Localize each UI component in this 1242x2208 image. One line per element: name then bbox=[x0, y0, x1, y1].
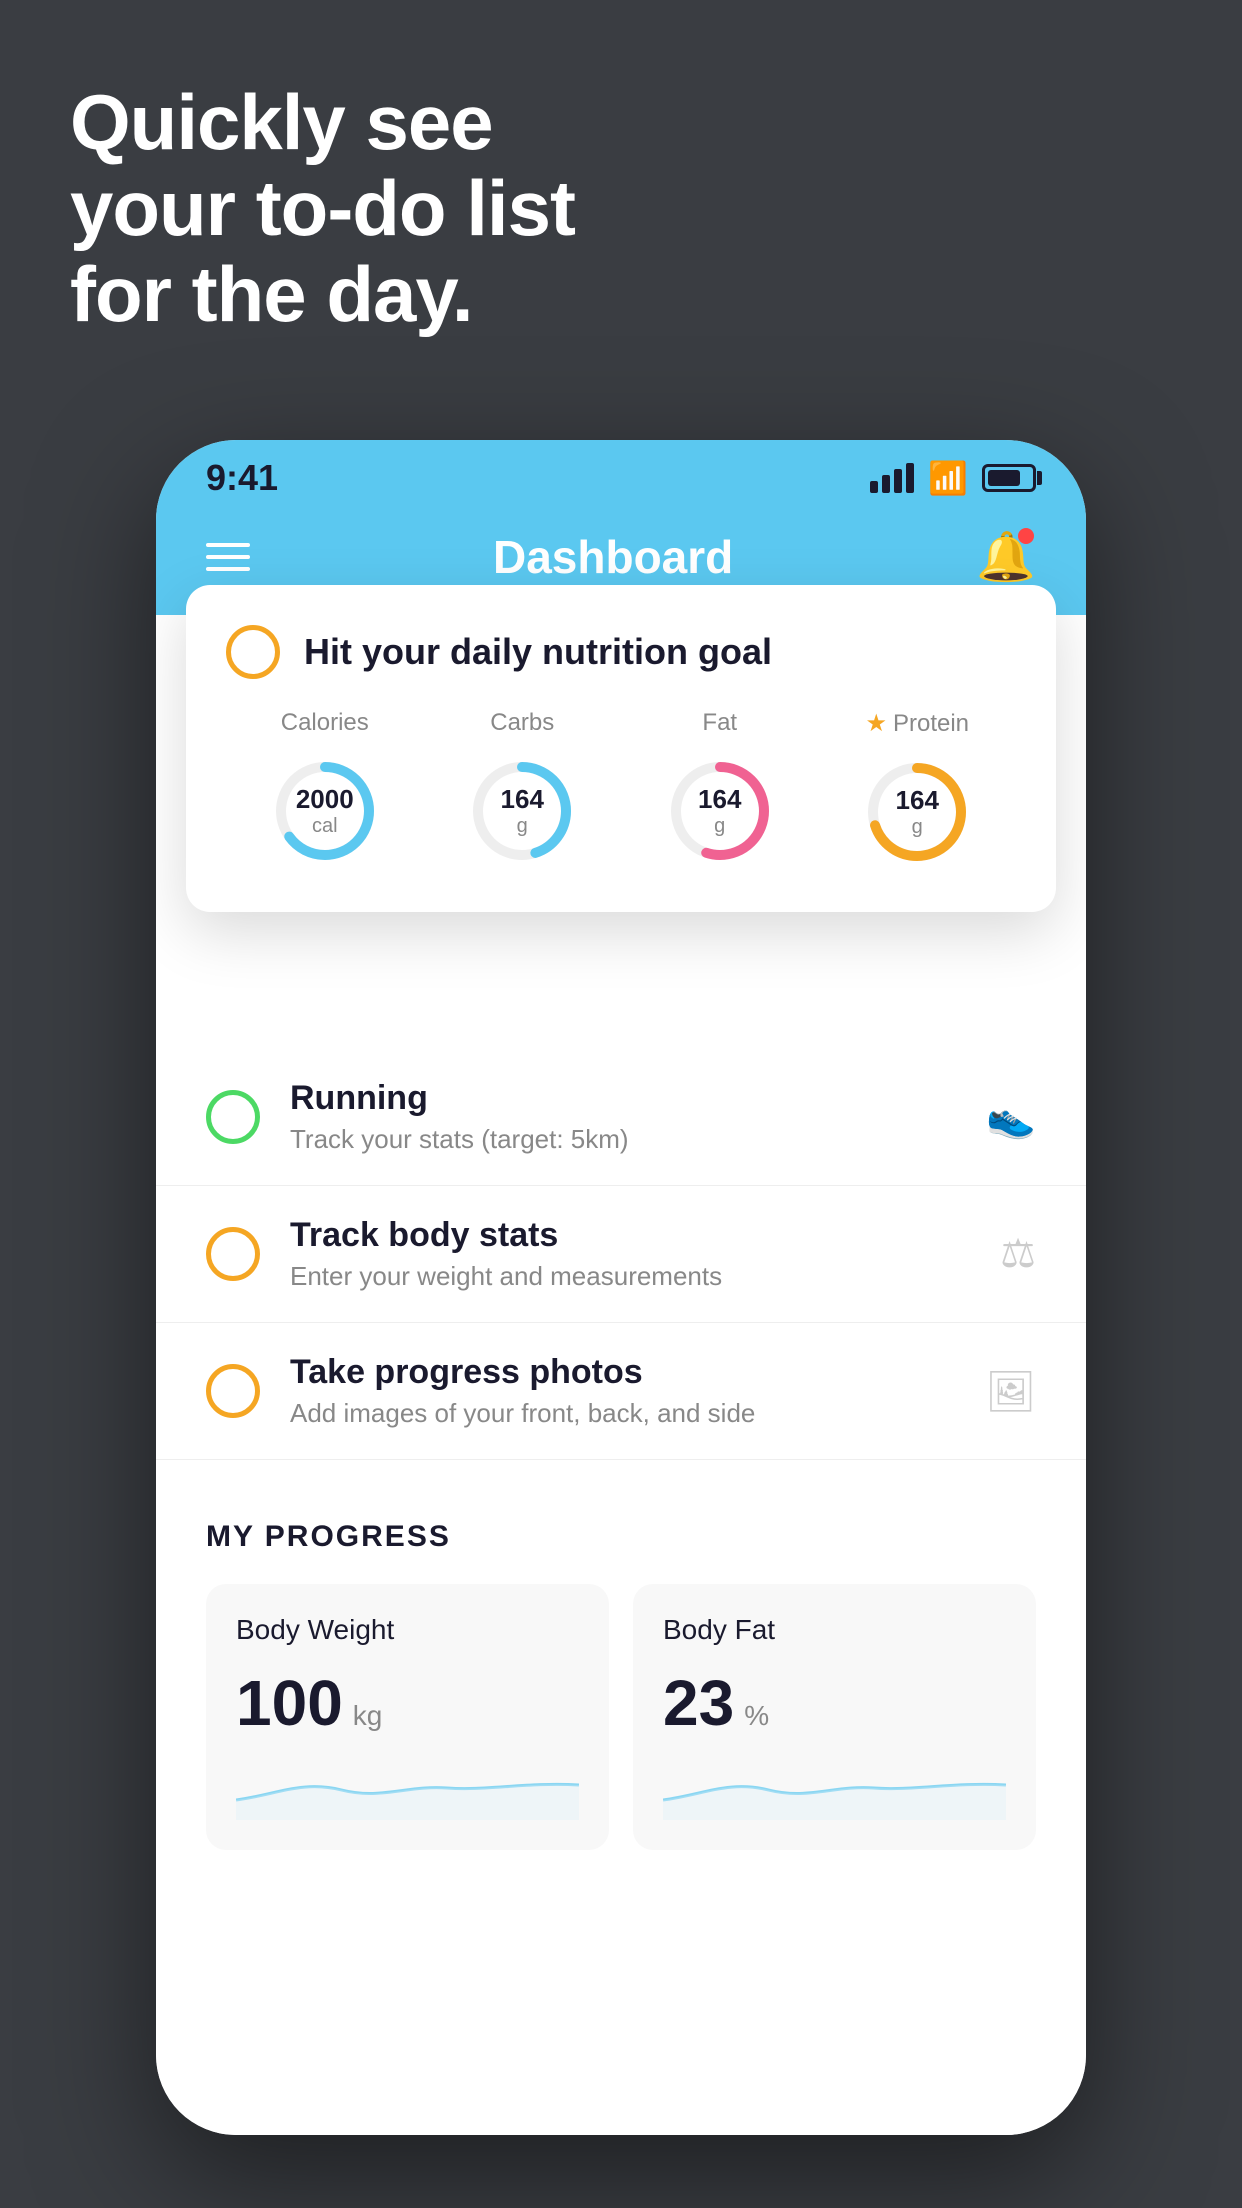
task-title: Running bbox=[290, 1079, 1036, 1118]
signal-icon bbox=[870, 463, 914, 493]
hamburger-button[interactable] bbox=[206, 543, 250, 571]
progress-unit: kg bbox=[353, 1700, 383, 1732]
task-circle bbox=[206, 1090, 260, 1144]
task-item[interactable]: Running Track your stats (target: 5km)👟 bbox=[156, 1049, 1086, 1186]
nutrition-item-protein: ★Protein 164 g bbox=[857, 709, 977, 872]
nutrition-grid: Calories 2000 cal Carbs 164 g Fat 164 g … bbox=[226, 709, 1016, 872]
task-icon: 🖼 bbox=[985, 1368, 1036, 1415]
task-circle bbox=[206, 1364, 260, 1418]
task-item[interactable]: Take progress photos Add images of your f… bbox=[156, 1323, 1086, 1460]
notification-button[interactable]: 🔔 bbox=[976, 528, 1036, 585]
nutrition-label: Carbs bbox=[490, 709, 554, 737]
progress-value: 23 bbox=[663, 1666, 734, 1740]
donut-chart: 164 g bbox=[857, 752, 977, 872]
donut-chart: 2000 cal bbox=[265, 751, 385, 871]
nutrition-label: ★Protein bbox=[865, 709, 969, 738]
donut-unit: g bbox=[501, 815, 544, 838]
task-list: Running Track your stats (target: 5km)👟 Tr… bbox=[156, 1049, 1086, 1460]
donut-unit: g bbox=[896, 816, 939, 839]
donut-unit: cal bbox=[296, 815, 354, 838]
status-time: 9:41 bbox=[206, 457, 278, 499]
donut-center: 164 g bbox=[501, 784, 544, 838]
nutrition-item-carbs: Carbs 164 g bbox=[462, 709, 582, 872]
progress-card[interactable]: Body Fat 23% bbox=[633, 1584, 1036, 1850]
task-info: Running Track your stats (target: 5km) bbox=[290, 1079, 1036, 1155]
nutrition-label-text: Protein bbox=[893, 710, 969, 738]
donut-chart: 164 g bbox=[660, 751, 780, 871]
nutrition-card[interactable]: Hit your daily nutrition goal Calories 2… bbox=[186, 585, 1056, 912]
task-circle-nutrition bbox=[226, 625, 280, 679]
star-icon: ★ bbox=[865, 709, 887, 738]
donut-value: 2000 bbox=[296, 784, 354, 815]
progress-title: MY PROGRESS bbox=[206, 1520, 1036, 1554]
task-subtitle: Add images of your front, back, and side bbox=[290, 1398, 1036, 1429]
progress-card-title: Body Fat bbox=[663, 1614, 1006, 1646]
phone-screen: 9:41 📶 Dashboard 🔔 bbox=[156, 440, 1086, 2135]
task-icon: 👟 bbox=[986, 1094, 1036, 1141]
task-item[interactable]: Track body stats Enter your weight and me… bbox=[156, 1186, 1086, 1323]
progress-card-title: Body Weight bbox=[236, 1614, 579, 1646]
donut-value: 164 bbox=[501, 784, 544, 815]
donut-unit: g bbox=[698, 815, 741, 838]
notification-badge bbox=[1018, 528, 1034, 544]
progress-value-row: 100 kg bbox=[236, 1666, 579, 1740]
nutrition-task-label: Hit your daily nutrition goal bbox=[304, 631, 772, 673]
phone-mockup: 9:41 📶 Dashboard 🔔 bbox=[156, 440, 1086, 2135]
task-info: Track body stats Enter your weight and me… bbox=[290, 1216, 1036, 1292]
donut-chart: 164 g bbox=[462, 751, 582, 871]
wifi-icon: 📶 bbox=[928, 459, 968, 497]
nutrition-label-text: Carbs bbox=[490, 709, 554, 737]
progress-chart bbox=[236, 1760, 579, 1820]
hero-line1: Quickly see bbox=[70, 80, 575, 166]
hero-line2: your to-do list bbox=[70, 166, 575, 252]
progress-card[interactable]: Body Weight 100 kg bbox=[206, 1584, 609, 1850]
nutrition-label-text: Calories bbox=[281, 709, 369, 737]
status-icons: 📶 bbox=[870, 459, 1036, 497]
nutrition-label: Fat bbox=[702, 709, 737, 737]
donut-center: 2000 cal bbox=[296, 784, 354, 838]
task-info: Take progress photos Add images of your f… bbox=[290, 1353, 1036, 1429]
battery-icon bbox=[982, 464, 1036, 492]
progress-section: MY PROGRESS Body Weight 100 kg Body Fat 23% bbox=[156, 1460, 1086, 1890]
task-title: Take progress photos bbox=[290, 1353, 1036, 1392]
donut-value: 164 bbox=[896, 785, 939, 816]
progress-value: 100 bbox=[236, 1666, 343, 1740]
nutrition-label-text: Fat bbox=[702, 709, 737, 737]
nutrition-task-row: Hit your daily nutrition goal bbox=[226, 625, 1016, 679]
task-circle bbox=[206, 1227, 260, 1281]
nutrition-item-fat: Fat 164 g bbox=[660, 709, 780, 872]
donut-value: 164 bbox=[698, 784, 741, 815]
task-subtitle: Track your stats (target: 5km) bbox=[290, 1124, 1036, 1155]
phone-body: THINGS TO DO TODAY Hit your daily nutrit… bbox=[156, 615, 1086, 2135]
task-icon: ⚖ bbox=[1000, 1231, 1036, 1277]
hero-text: Quickly see your to-do list for the day. bbox=[70, 80, 575, 337]
progress-cards: Body Weight 100 kg Body Fat 23% bbox=[206, 1584, 1036, 1850]
status-bar: 9:41 📶 bbox=[156, 440, 1086, 508]
header-title: Dashboard bbox=[493, 530, 733, 584]
donut-center: 164 g bbox=[698, 784, 741, 838]
progress-value-row: 23% bbox=[663, 1666, 1006, 1740]
progress-unit: % bbox=[744, 1700, 769, 1732]
nutrition-label: Calories bbox=[281, 709, 369, 737]
hero-line3: for the day. bbox=[70, 252, 575, 338]
task-title: Track body stats bbox=[290, 1216, 1036, 1255]
progress-chart bbox=[663, 1760, 1006, 1820]
nutrition-item-calories: Calories 2000 cal bbox=[265, 709, 385, 872]
donut-center: 164 g bbox=[896, 785, 939, 839]
task-subtitle: Enter your weight and measurements bbox=[290, 1261, 1036, 1292]
